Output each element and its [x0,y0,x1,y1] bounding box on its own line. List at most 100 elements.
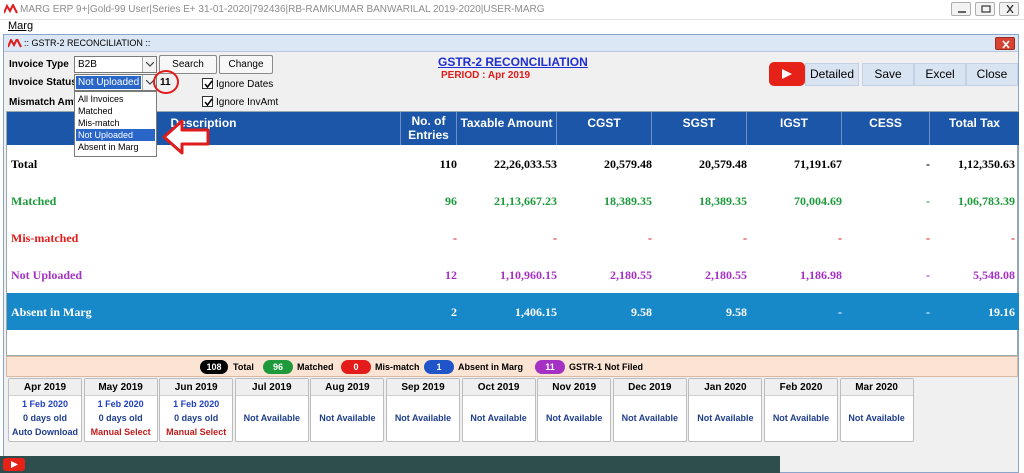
table-row[interactable]: Not Uploaded 12 1,10,960.15 2,180.55 2,180.5… [7,256,1019,293]
col-total-tax: Total Tax [949,116,1000,130]
month-detail: 0 days old [22,413,67,423]
invoice-type-label: Invoice Type [9,59,69,70]
marg-logo-icon [7,36,22,51]
month-card[interactable]: Apr 2019 1 Feb 2020 0 days old Auto Downloa… [8,378,82,442]
window-close-button[interactable] [995,37,1015,50]
month-card[interactable]: Jul 2019 Not Available [234,378,309,442]
month-card[interactable]: Feb 2020 Not Available [764,378,838,442]
month-status: Not Available [470,413,527,423]
month-detail: Manual Select [90,427,151,437]
status-option-mismatch[interactable]: Mis-match [76,117,155,129]
month-name: Dec 2019 [613,379,686,396]
play-icon [11,461,18,468]
month-detail: 1 Feb 2020 [21,399,69,409]
cell-sgst: 9.58 [726,305,747,319]
table-row[interactable]: Absent in Marg 2 1,406.15 9.58 9.58 - - 19.16 [7,293,1019,330]
month-name: Nov 2019 [538,379,611,396]
status-option-not-uploaded[interactable]: Not Uploaded [76,129,155,141]
legend-bar: 108 Total 96 Matched 0 Mis-match 1 Absent in Ma… [6,356,1018,377]
cell-sgst: 18,389.35 [699,194,747,208]
month-card[interactable]: Jun 2019 1 Feb 2020 0 days old Manual Selec… [159,378,234,442]
app-close-button[interactable] [999,2,1019,16]
legend-label: GSTR-1 Not Filed [569,362,643,372]
minimize-button[interactable] [951,2,971,16]
month-card[interactable]: Dec 2019 Not Available [612,378,687,442]
cell-sgst: 20,579.48 [699,157,747,171]
month-name: Jun 2019 [160,379,233,396]
table-row[interactable]: Mis-matched - - - - - - - [7,219,1019,256]
cell-cgst: 20,579.48 [604,157,652,171]
detailed-button[interactable]: Detailed [805,63,859,86]
ignore-dates-checkbox[interactable] [202,78,213,89]
cell-entries: 110 [439,157,457,171]
invoice-status-select[interactable]: Not Uploaded [74,74,157,91]
month-name: May 2019 [84,379,157,396]
window-title-bar: :: GSTR-2 RECONCILIATION :: [4,35,1018,52]
month-detail: Manual Select [166,427,227,437]
month-card[interactable]: Jan 2020 Not Available [688,378,763,442]
restore-button[interactable] [975,2,995,16]
cell-cgst: 9.58 [631,305,652,319]
ignore-invamt-checkbox[interactable] [202,96,213,107]
cell-igst: 1,186.98 [800,268,842,282]
month-card[interactable]: Nov 2019 Not Available [537,378,612,442]
col-igst: IGST [747,112,842,145]
cell-igst: - [838,231,842,245]
cell-taxable: - [553,231,557,245]
month-detail: Auto Download [12,427,78,437]
col-cgst: CGST [557,112,652,145]
month-status: Not Available [243,413,300,423]
month-name: Jul 2019 [235,379,308,396]
close-button[interactable]: Close [966,63,1018,86]
cell-taxable: 21,13,667.23 [494,194,557,208]
month-name: Apr 2019 [9,379,81,396]
month-name: Feb 2020 [765,379,837,396]
cell-total: 1,06,783.39 [958,194,1015,208]
cell-sgst: 2,180.55 [705,268,747,282]
table-row[interactable]: Matched 96 21,13,667.23 18,389.35 18,389.35 7… [7,182,1019,219]
legend-label: Total [233,362,254,372]
ignore-invamt-label: Ignore InvAmt [216,97,279,108]
month-card[interactable]: Sep 2019 Not Available [386,378,460,442]
chevron-down-icon[interactable] [142,57,156,72]
period-text: PERIOD : Apr 2019 [441,70,530,81]
table-header: Description No. of Entries Taxable Amoun… [7,112,1019,145]
table-row[interactable]: Total 110 22,26,033.53 20,579.48 20,579.48 71… [7,145,1019,182]
status-option-all[interactable]: All Invoices [76,93,155,105]
status-option-absent[interactable]: Absent in Marg [76,141,155,153]
col-taxable: Taxable Amount [457,112,557,145]
month-status: Not Available [772,413,830,423]
ignore-dates-label: Ignore Dates [216,79,274,90]
status-option-matched[interactable]: Matched [76,105,155,117]
row-description: Matched [11,194,57,208]
invoice-status-label: Invoice Status [9,77,77,88]
page-title[interactable]: GSTR-2 RECONCILIATION [438,55,588,69]
col-entries: No. of Entries [401,112,457,145]
cell-taxable: 1,10,960.15 [500,268,557,282]
month-card[interactable]: May 2019 1 Feb 2020 0 days old Manual Selec… [83,378,158,442]
excel-button[interactable]: Excel [914,63,966,86]
cell-total: 19.16 [988,305,1015,319]
month-detail: 1 Feb 2020 [173,399,220,409]
legend-count: 96 [263,360,293,374]
legend-count: 108 [200,360,228,374]
legend-label: Matched [297,362,334,372]
menu-item-marg[interactable]: Marg [8,20,33,32]
cell-taxable: 22,26,033.53 [494,157,557,171]
reconciliation-table: Description No. of Entries Taxable Amoun… [6,111,1019,356]
month-card[interactable]: Aug 2019 Not Available [310,378,385,442]
invoice-status-dropdown[interactable]: All Invoices Matched Mis-match Not Uploa… [74,91,157,157]
change-button[interactable]: Change [219,55,273,74]
invoice-type-select[interactable]: B2B [74,56,157,73]
month-name: Mar 2020 [840,379,913,396]
video-help-button[interactable] [769,62,805,86]
cell-cgst: - [648,231,652,245]
save-button[interactable]: Save [862,63,914,86]
cell-taxable: 1,406.15 [515,305,557,319]
invoice-type-value: B2B [78,59,97,70]
month-card[interactable]: Mar 2020 Not Available [839,378,914,442]
month-detail: 1 Feb 2020 [97,399,144,409]
month-card[interactable]: Oct 2019 Not Available [461,378,536,442]
video-button[interactable] [3,458,25,471]
month-status: Not Available [697,413,754,423]
